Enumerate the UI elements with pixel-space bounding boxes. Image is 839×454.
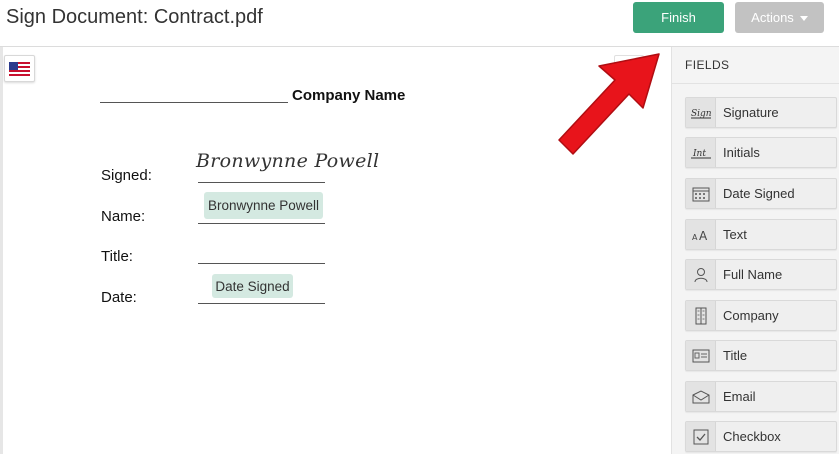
calendar-icon bbox=[686, 179, 716, 208]
fields-heading: FIELDS bbox=[685, 58, 730, 72]
title-label: Title: bbox=[101, 248, 133, 265]
page-title: Sign Document: Contract.pdf bbox=[6, 6, 263, 28]
red-arrow-annotation bbox=[558, 53, 660, 155]
person-icon bbox=[686, 260, 716, 289]
name-field[interactable]: Bronwynne Powell bbox=[204, 192, 323, 219]
field-label: Signature bbox=[723, 105, 779, 120]
field-label: Checkbox bbox=[723, 429, 781, 444]
id-card-icon bbox=[686, 341, 716, 370]
field-label: Email bbox=[723, 389, 756, 404]
field-label: Initials bbox=[723, 145, 760, 160]
company-underline bbox=[100, 102, 288, 103]
signature-icon: Sign bbox=[686, 98, 716, 127]
date-line bbox=[198, 303, 325, 304]
name-line bbox=[198, 223, 325, 224]
date-signed-field[interactable]: Date Signed bbox=[212, 274, 293, 298]
finish-button[interactable]: Finish bbox=[633, 2, 724, 33]
signed-line bbox=[198, 182, 325, 183]
sidebar-divider bbox=[672, 83, 839, 84]
svg-text:A: A bbox=[699, 229, 708, 242]
field-company[interactable]: Company bbox=[685, 300, 837, 331]
field-initials[interactable]: Int Initials bbox=[685, 137, 837, 168]
actions-button[interactable]: Actions bbox=[735, 2, 824, 33]
signature-field[interactable]: Bronwynne Powell bbox=[196, 150, 379, 172]
building-icon bbox=[686, 301, 716, 330]
field-date-signed[interactable]: Date Signed bbox=[685, 178, 837, 209]
us-flag-icon bbox=[9, 61, 30, 76]
field-title[interactable]: Title bbox=[685, 340, 837, 371]
field-label: Text bbox=[723, 227, 747, 242]
initials-icon: Int bbox=[686, 138, 716, 167]
field-signature[interactable]: Sign Signature bbox=[685, 97, 837, 128]
svg-text:A: A bbox=[692, 233, 698, 242]
field-label: Full Name bbox=[723, 267, 783, 282]
field-label: Date Signed bbox=[723, 186, 795, 201]
date-label: Date: bbox=[101, 289, 137, 306]
field-email[interactable]: Email bbox=[685, 381, 837, 412]
signed-label: Signed: bbox=[101, 167, 152, 184]
checkbox-icon bbox=[686, 422, 716, 451]
field-full-name[interactable]: Full Name bbox=[685, 259, 837, 290]
envelope-icon bbox=[686, 382, 716, 411]
field-text[interactable]: AA Text bbox=[685, 219, 837, 250]
name-label: Name: bbox=[101, 208, 146, 225]
language-button[interactable] bbox=[4, 55, 35, 82]
field-label: Title bbox=[723, 348, 748, 363]
actions-label: Actions bbox=[751, 10, 794, 25]
field-checkbox[interactable]: Checkbox bbox=[685, 421, 837, 452]
caret-down-icon bbox=[799, 16, 808, 21]
text-icon: AA bbox=[686, 220, 716, 249]
field-label: Company bbox=[723, 308, 779, 323]
title-line bbox=[198, 263, 325, 264]
company-name-label: Company Name bbox=[292, 87, 406, 104]
